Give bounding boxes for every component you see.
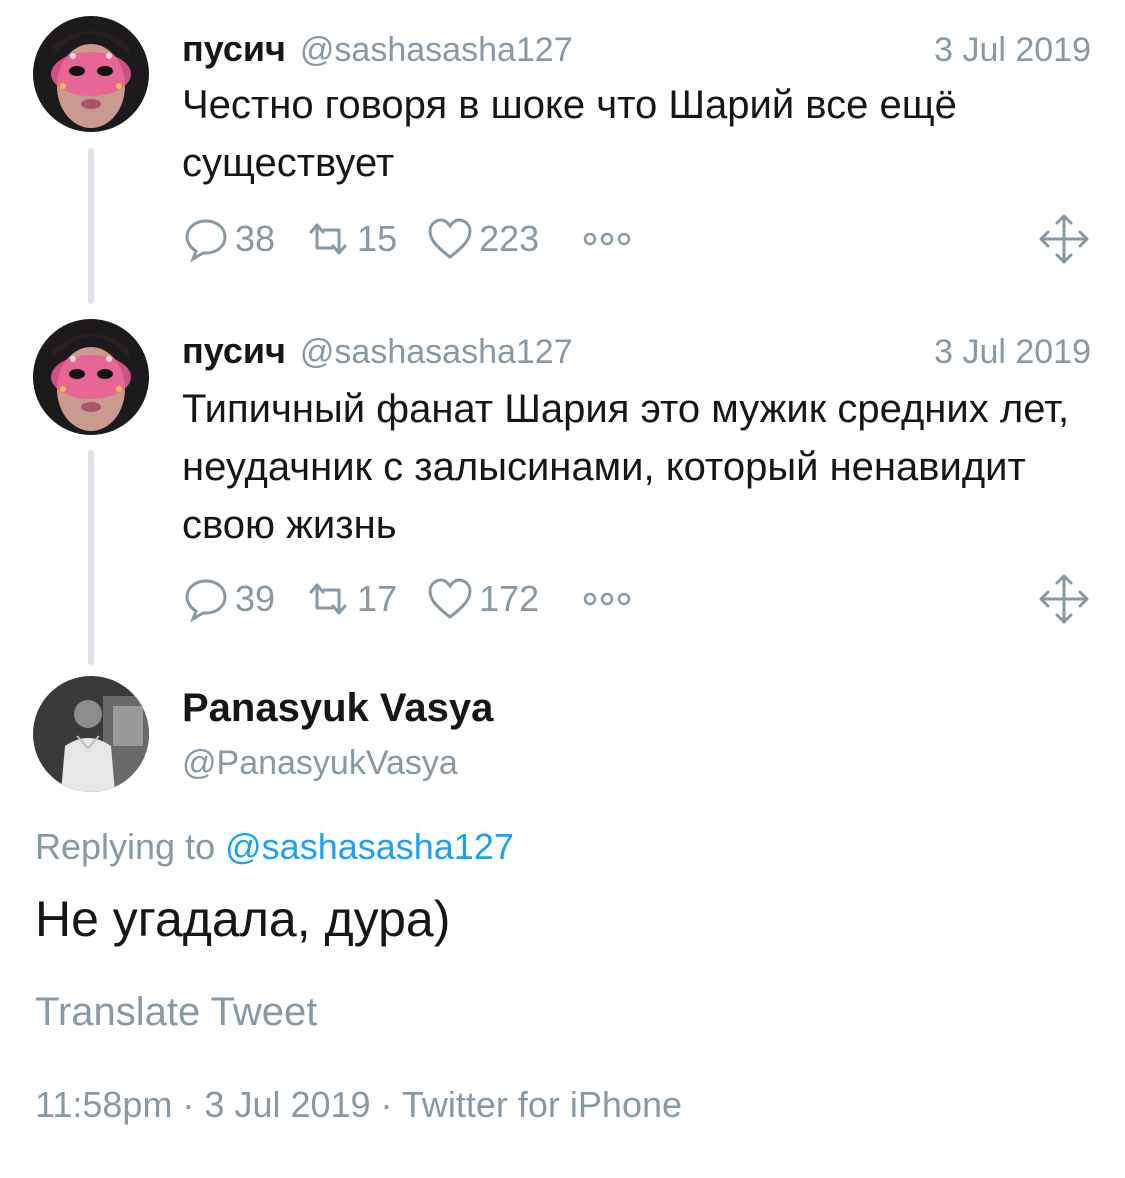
retweet-button[interactable]: 15 <box>305 216 397 262</box>
retweet-icon <box>309 583 347 615</box>
display-name[interactable]: пусич <box>182 28 286 70</box>
reply-button[interactable]: 38 <box>183 216 275 262</box>
like-count: 223 <box>479 218 540 259</box>
mention-link[interactable]: @sashasasha127 <box>225 826 514 867</box>
tweet-date[interactable]: 3 Jul 2019 <box>934 31 1091 70</box>
replying-prefix: Replying to <box>35 826 216 867</box>
avatar[interactable] <box>33 16 149 132</box>
user-handle[interactable]: @PanasyukVasya <box>182 744 458 783</box>
reply-count: 39 <box>235 578 276 619</box>
tweet-meta: 11:58pm · 3 Jul 2019 · Twitter for iPhon… <box>35 1084 683 1125</box>
like-icon <box>428 218 472 259</box>
display-name[interactable]: Panasyuk Vasya <box>182 686 493 731</box>
reply-button[interactable]: 39 <box>183 576 275 622</box>
like-button[interactable]: 223 <box>427 216 539 262</box>
avatar[interactable] <box>33 676 149 792</box>
retweet-icon <box>309 223 347 255</box>
reply-icon <box>185 579 227 622</box>
reply-icon <box>185 219 227 262</box>
tweet-text: Не угадала, дура) <box>35 891 451 947</box>
more-icon[interactable] <box>581 229 633 249</box>
like-count: 172 <box>479 578 540 619</box>
retweet-button[interactable]: 17 <box>305 576 397 622</box>
replying-to: Replying to @sashasasha127 <box>35 826 514 868</box>
like-icon <box>428 578 472 619</box>
like-button[interactable]: 172 <box>427 576 539 622</box>
tweet-date[interactable]: 3 Jul 2019 <box>934 333 1091 372</box>
share-icon[interactable] <box>1037 212 1091 266</box>
avatar[interactable] <box>33 319 149 435</box>
translate-tweet-link[interactable]: Translate Tweet <box>35 990 317 1035</box>
more-icon[interactable] <box>581 589 633 609</box>
thread-line <box>88 148 94 304</box>
thread-line <box>88 450 94 665</box>
user-handle[interactable]: @sashasasha127 <box>300 333 573 372</box>
tweet-text: Честно говоря в шоке что Шарий все ещё с… <box>182 83 957 185</box>
retweet-count: 17 <box>357 578 398 619</box>
share-icon[interactable] <box>1037 572 1091 626</box>
user-handle[interactable]: @sashasasha127 <box>300 31 573 70</box>
reply-count: 38 <box>235 218 276 259</box>
display-name[interactable]: пусич <box>182 330 286 372</box>
tweet-text: Типичный фанат Шария это мужик средних л… <box>182 387 1070 547</box>
retweet-count: 15 <box>357 218 398 259</box>
